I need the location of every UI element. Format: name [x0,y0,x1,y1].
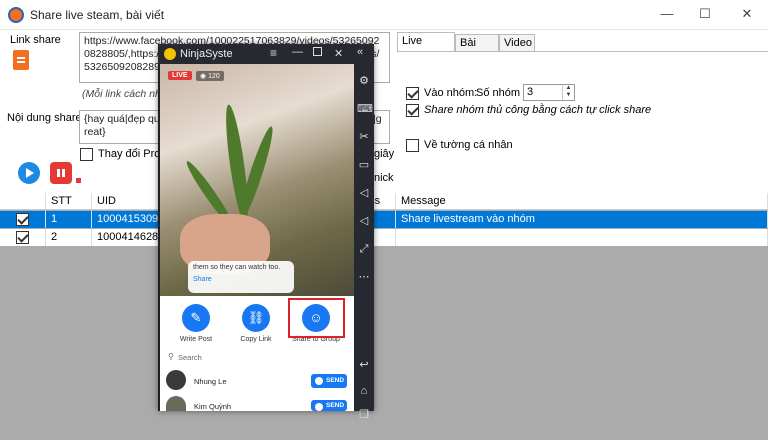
link-share-label: Link share [10,34,61,46]
nick-fragment: nick [374,172,394,184]
header-message[interactable]: Message [396,193,768,210]
start-button[interactable] [18,162,40,184]
stepper-arrows-icon[interactable]: ▲ ▼ [562,85,574,100]
group-count-stepper[interactable]: 3 ▲ ▼ [523,84,575,101]
row-stt: 2 [46,229,92,246]
avatar [166,396,186,411]
comment-text: them so they can watch too. [193,264,281,271]
back-icon[interactable]: ↩ [357,358,371,372]
emulator-title-bar: NinjaSyste ≡ — ✕ « [158,44,374,64]
viewer-count: ◉ 120 [196,71,224,81]
stop-button[interactable] [50,162,72,184]
send-button[interactable]: SEND [311,400,347,411]
avatar [166,370,186,390]
record-icon[interactable]: ▭ [357,158,371,172]
comment-bubble: them so they can watch too. Share [188,261,294,293]
contact-name: Kim Quỳnh [194,402,232,411]
volume-up-icon[interactable]: ◁ [357,186,371,200]
fullscreen-icon[interactable]: ⤢ [357,242,371,256]
share-sheet: ✎ Write Post ⛓ Copy Link ☺ Share to Grou… [160,296,354,411]
proxy-checkbox[interactable] [80,148,93,161]
group-label: Vào nhóm: [424,87,478,99]
content-label: Nội dung share [7,112,82,124]
group-count-label: Số nhóm [476,87,521,99]
tab-live-stream[interactable]: Live stream [397,32,455,64]
viewer-count-value: 120 [208,73,220,80]
manual-share-checkbox[interactable] [406,104,419,117]
share-to-group-highlight [288,298,345,338]
maximize-button[interactable]: ☐ [692,4,718,24]
write-post-label: Write Post [179,336,213,343]
emulator-title: NinjaSyste [180,48,233,60]
row-message [396,229,768,246]
live-stream-panel [397,51,768,193]
collapse-icon[interactable]: « [357,46,363,58]
row-message: Share livestream vào nhóm [396,211,768,228]
grid-header: STT UID ess Message [0,193,768,210]
tab-bai-viet[interactable]: Bài viết [455,34,499,66]
settings-icon[interactable]: ⚙ [357,74,371,88]
menu-icon[interactable]: ≡ [270,46,277,60]
row-check-cell [0,229,46,246]
eye-icon: ◉ [200,73,209,80]
close-icon[interactable]: ✕ [334,47,343,60]
emulator-logo-icon [164,48,176,60]
emulator-sidebar: ⚙ ⌨ ✂ ▭ ◁ ◁ ⤢ ⋯ ↩ ⌂ ❐ [354,64,374,421]
group-checkbox[interactable] [406,87,419,100]
home-icon[interactable]: ⌂ [357,384,371,398]
minimize-icon[interactable]: — [292,46,303,58]
row-checkbox[interactable] [16,213,29,226]
app-icon [8,7,24,23]
table-row[interactable]: 2 100041462894 [0,229,768,246]
live-video[interactable]: LIVE ◉ 120 them so they can watch too. S… [160,64,354,296]
table-row[interactable]: 1 100041530960 Share livestream vào nhóm [0,211,768,228]
status-dot [76,178,81,183]
tab-video[interactable]: Video [499,34,535,52]
search-icon: ⚲ [168,352,174,361]
timeline-checkbox[interactable] [406,139,419,152]
recents-icon[interactable]: ❐ [357,408,371,422]
search-input[interactable]: Search [178,353,202,362]
header-stt[interactable]: STT [46,193,92,210]
row-stt: 1 [46,211,92,228]
send-button[interactable]: SEND [311,374,347,388]
window-title: Share live steam, bài viết [30,8,165,22]
contact-name: Nhung Le [194,377,227,386]
emulator-window: NinjaSyste ≡ — ✕ « ⚙ ⌨ ✂ ▭ ◁ ◁ ⤢ ⋯ ↩ ⌂ ❐… [158,44,374,421]
delay-unit-fragment: giây [374,148,395,160]
manual-share-label: Share nhóm thủ công bằng cách tự click s… [424,104,652,116]
live-badge: LIVE [168,71,192,80]
link-icon[interactable]: ⛓ [242,304,270,332]
volume-down-icon[interactable]: ◁ [357,214,371,228]
file-icon[interactable] [13,50,29,70]
more-icon[interactable]: ⋯ [357,270,371,284]
row-checkbox[interactable] [16,231,29,244]
edit-icon[interactable]: ✎ [182,304,210,332]
timeline-label: Về tường cá nhân [424,139,513,151]
copy-link-label: Copy Link [240,336,272,343]
header-check-col [0,193,46,210]
maximize-icon[interactable] [313,47,322,56]
minimize-button[interactable]: — [654,4,680,24]
scissors-icon[interactable]: ✂ [357,130,371,144]
title-bar: Share live steam, bài viết — ☐ ✕ [0,0,768,30]
row-check-cell [0,211,46,228]
comment-share-link[interactable]: Share [193,276,289,283]
close-button[interactable]: ✕ [734,4,760,24]
group-count-value: 3 [527,86,534,98]
keyboard-icon[interactable]: ⌨ [357,102,373,116]
